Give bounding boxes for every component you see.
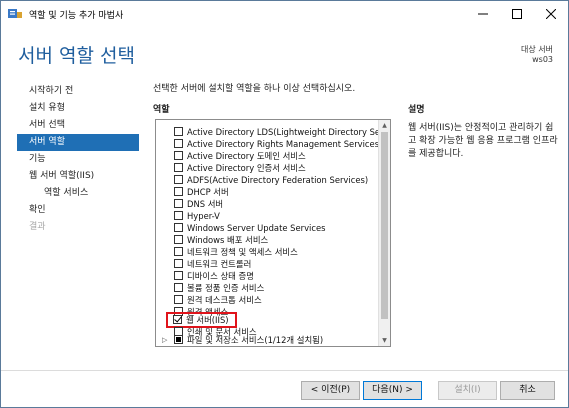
- role-label: 웹 서버(IIS): [186, 315, 229, 325]
- role-checkbox[interactable]: [174, 259, 183, 268]
- minimize-icon: [478, 13, 488, 15]
- nav-item-before-you-begin[interactable]: 시작하기 전: [29, 83, 73, 100]
- expand-arrow-icon[interactable]: ▷: [162, 334, 170, 346]
- cancel-button[interactable]: 취소: [500, 381, 555, 400]
- intro-text: 선택한 서버에 설치할 역할을 하나 이상 선택하십시오.: [153, 84, 356, 94]
- footer-divider: [1, 370, 568, 371]
- role-label: DNS 서버: [187, 199, 224, 209]
- role-checkbox[interactable]: [174, 247, 183, 256]
- role-checkbox-checked[interactable]: [173, 315, 182, 324]
- role-item-ad-cs[interactable]: Active Directory 인증서 서비스: [156, 162, 376, 174]
- role-label: 네트워크 컨트롤러: [187, 259, 252, 269]
- role-item-web-server-iis[interactable]: 웹 서버(IIS): [166, 312, 237, 328]
- role-item-vamt[interactable]: 볼륨 정품 인증 서비스: [156, 282, 376, 294]
- roles-scrollbar[interactable]: ▲ ▼: [378, 120, 390, 346]
- role-label: Active Directory 도메인 서비스: [187, 151, 306, 161]
- nav-item-server-selection[interactable]: 서버 선택: [29, 117, 65, 134]
- role-checkbox[interactable]: [174, 163, 183, 172]
- page-title: 서버 역할 선택: [18, 45, 135, 67]
- role-checkbox[interactable]: [174, 187, 183, 196]
- nav-item-confirmation[interactable]: 확인: [29, 202, 46, 219]
- close-button[interactable]: [534, 1, 568, 27]
- role-checkbox-partial[interactable]: [174, 335, 183, 344]
- role-label: Hyper-V: [187, 211, 220, 221]
- role-label: Active Directory 인증서 서비스: [187, 163, 306, 173]
- scroll-down-icon[interactable]: ▼: [379, 335, 390, 346]
- role-item-ad-rms[interactable]: Active Directory Rights Management Servi…: [156, 138, 380, 150]
- role-item-adfs[interactable]: ADFS(Active Directory Federation Service…: [156, 174, 376, 186]
- previous-button[interactable]: < 이전(P): [301, 381, 360, 400]
- nav-item-installation-type[interactable]: 설치 유형: [29, 100, 65, 117]
- role-checkbox[interactable]: [174, 151, 183, 160]
- window-title: 역할 및 기능 추가 마법사: [29, 11, 124, 21]
- role-item-npas[interactable]: 네트워크 정책 및 액세스 서비스: [156, 246, 376, 258]
- description-header: 설명: [408, 105, 425, 115]
- scroll-thumb[interactable]: [381, 132, 388, 319]
- role-item-ad-ds[interactable]: Active Directory 도메인 서비스: [156, 150, 376, 162]
- role-label: 볼륨 정품 인증 서비스: [187, 283, 265, 293]
- role-label: ADFS(Active Directory Federation Service…: [187, 175, 369, 185]
- role-label: Active Directory LDS(Lightweight Directo…: [187, 127, 391, 137]
- role-label: 네트워크 정책 및 액세스 서비스: [187, 247, 298, 257]
- role-label: Windows Server Update Services: [187, 223, 326, 233]
- role-item-dhcp[interactable]: DHCP 서버: [156, 186, 376, 198]
- title-bar: 역할 및 기능 추가 마법사: [1, 1, 568, 27]
- role-checkbox[interactable]: [174, 223, 183, 232]
- nav-item-web-server-role[interactable]: 웹 서버 역할(IIS): [29, 168, 94, 185]
- role-checkbox[interactable]: [174, 295, 183, 304]
- role-item-device-health[interactable]: 디바이스 상태 증명: [156, 270, 376, 282]
- roles-header: 역할: [153, 105, 170, 115]
- role-label: DHCP 서버: [187, 187, 229, 197]
- minimize-button[interactable]: [466, 1, 500, 27]
- role-checkbox[interactable]: [174, 139, 183, 148]
- nav-item-features[interactable]: 기능: [29, 151, 46, 168]
- role-item-dns[interactable]: DNS 서버: [156, 198, 376, 210]
- role-item-rds[interactable]: 원격 데스크톱 서비스: [156, 294, 376, 306]
- role-item-hyper-v[interactable]: Hyper-V: [156, 210, 376, 222]
- role-checkbox[interactable]: [174, 175, 183, 184]
- server-manager-icon: [8, 9, 22, 18]
- role-checkbox[interactable]: [174, 271, 183, 280]
- role-item-file-storage[interactable]: ▷ 파일 및 저장소 서비스(1/12개 설치됨): [156, 334, 376, 346]
- target-server-name: ws03: [532, 55, 553, 64]
- nav-item-role-services[interactable]: 역할 서비스: [44, 185, 88, 202]
- role-item-wds[interactable]: Windows 배포 서비스: [156, 234, 376, 246]
- role-checkbox[interactable]: [174, 199, 183, 208]
- maximize-icon: [512, 9, 522, 19]
- roles-list[interactable]: Active Directory LDS(Lightweight Directo…: [155, 119, 391, 347]
- scroll-up-icon[interactable]: ▲: [379, 120, 390, 131]
- next-button[interactable]: 다음(N) >: [363, 381, 422, 400]
- role-label: Windows 배포 서비스: [187, 235, 269, 245]
- role-description: 웹 서버(IIS)는 안정적이고 관리하기 쉽고 확장 가능한 웹 응용 프로그…: [408, 123, 558, 159]
- wizard-window: 역할 및 기능 추가 마법사 서버 역할 선택 대상 서버 ws03 시작하기 …: [0, 0, 569, 408]
- role-checkbox[interactable]: [174, 127, 183, 136]
- role-item-wsus[interactable]: Windows Server Update Services: [156, 222, 376, 234]
- role-label: 디바이스 상태 증명: [187, 271, 254, 281]
- role-item-ad-lds[interactable]: Active Directory LDS(Lightweight Directo…: [156, 126, 390, 138]
- role-checkbox[interactable]: [174, 235, 183, 244]
- role-label: 파일 및 저장소 서비스(1/12개 설치됨): [187, 335, 324, 345]
- role-label: Active Directory Rights Management Servi…: [187, 139, 380, 149]
- role-label: 원격 데스크톱 서비스: [187, 295, 262, 305]
- target-server-label: 대상 서버: [521, 45, 553, 54]
- role-checkbox[interactable]: [174, 283, 183, 292]
- nav-item-results: 결과: [29, 222, 46, 232]
- close-icon: [546, 9, 556, 19]
- maximize-button[interactable]: [500, 1, 534, 27]
- role-checkbox[interactable]: [174, 211, 183, 220]
- role-item-network-controller[interactable]: 네트워크 컨트롤러: [156, 258, 376, 270]
- install-button: 설치(I): [438, 381, 497, 400]
- nav-item-server-roles[interactable]: 서버 역할: [17, 134, 139, 151]
